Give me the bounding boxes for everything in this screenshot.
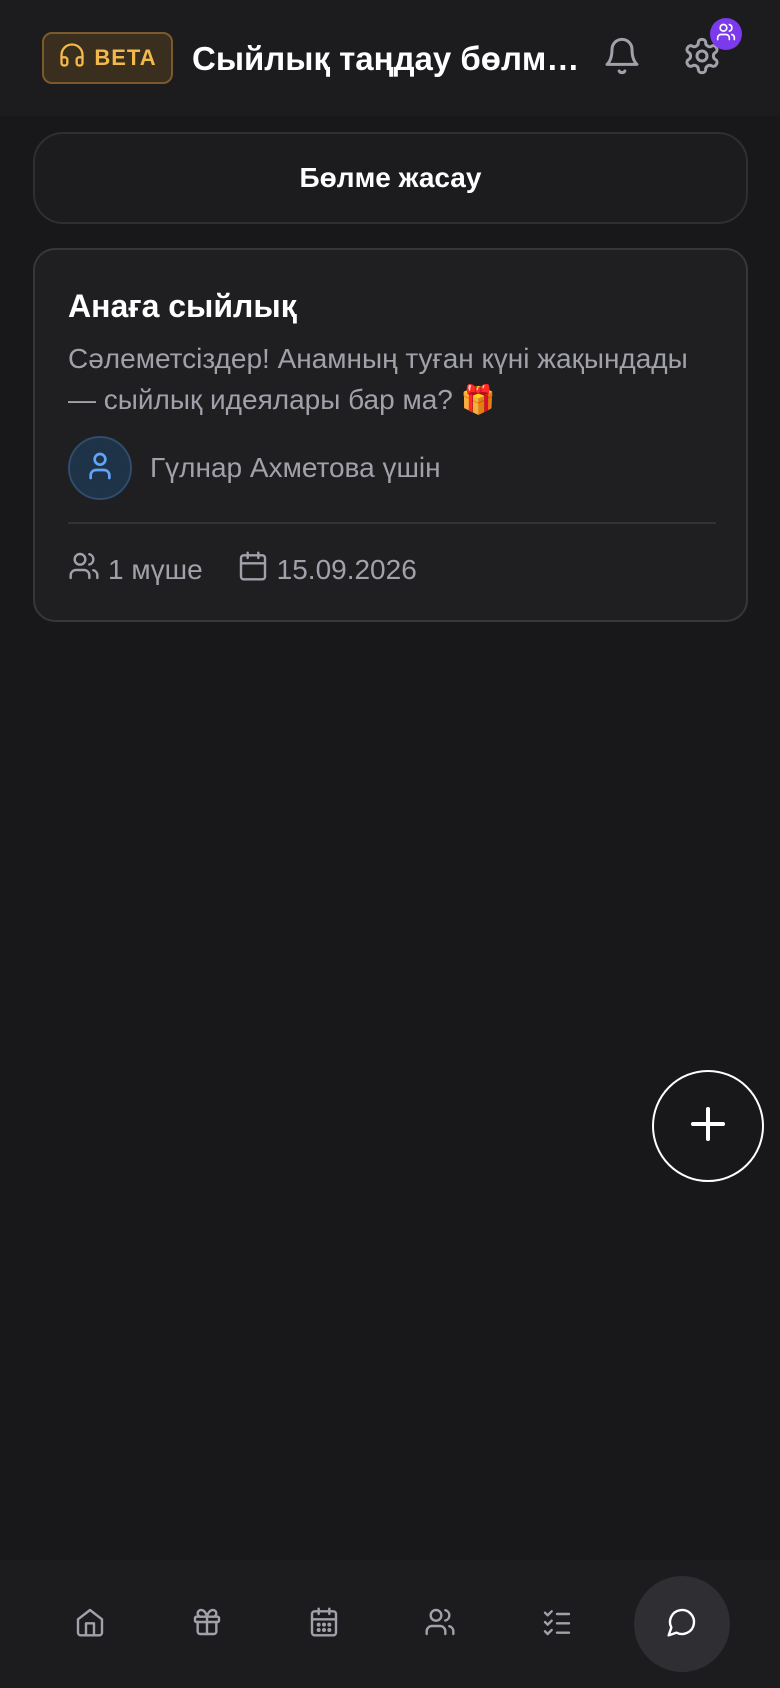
beta-badge[interactable]: BETA: [42, 32, 173, 84]
add-room-fab[interactable]: [652, 1070, 764, 1182]
room-recipient: Гүлнар Ахметова үшін: [68, 436, 441, 500]
room-title: Анаға сыйлық: [68, 288, 297, 324]
gift-icon: [191, 1606, 223, 1643]
beta-label: BETA: [94, 45, 157, 70]
chat-icon: [666, 1606, 698, 1643]
room-date: 15.09.2026: [237, 550, 417, 589]
nav-people[interactable]: [390, 1560, 490, 1688]
users-icon: [716, 22, 736, 47]
home-icon: [74, 1606, 106, 1643]
calendar-icon: [308, 1606, 340, 1643]
members-badge[interactable]: [710, 18, 742, 50]
headset-icon: [58, 41, 86, 75]
notifications-button[interactable]: [598, 34, 646, 82]
nav-home[interactable]: [40, 1560, 140, 1688]
members-label: 1 мүше: [108, 553, 203, 585]
app-root: BETA Сыйлық таңдау бөлме... Бөлме жасау …: [0, 0, 780, 1688]
bell-icon: [602, 36, 642, 81]
avatar: [68, 436, 132, 500]
nav-chat[interactable]: [634, 1576, 730, 1672]
page-title: Сыйлық таңдау бөлме...: [192, 40, 582, 77]
divider: [68, 522, 716, 524]
user-icon: [84, 450, 116, 487]
date-label: 15.09.2026: [276, 553, 417, 585]
members-count: 1 мүше: [68, 550, 203, 589]
plus-icon: [688, 1104, 728, 1149]
room-card[interactable]: Анаға сыйлық Сәлеметсіздер! Анамның туға…: [33, 248, 748, 622]
nav-gifts[interactable]: [157, 1560, 257, 1688]
users-icon: [68, 550, 100, 589]
top-header: BETA Сыйлық таңдау бөлме...: [0, 0, 780, 116]
room-meta: 1 мүше 15.09.2026: [68, 550, 417, 589]
tasks-icon: [541, 1606, 573, 1643]
calendar-icon: [237, 550, 269, 589]
nav-tasks[interactable]: [507, 1560, 607, 1688]
create-room-button[interactable]: Бөлме жасау: [33, 132, 748, 224]
room-description: Сәлеметсіздер! Анамның туған күні жақынд…: [68, 343, 688, 415]
people-icon: [424, 1606, 456, 1643]
bottom-nav: [0, 1560, 780, 1688]
recipient-name: Гүлнар Ахметова үшін: [150, 452, 441, 483]
nav-calendar[interactable]: [274, 1560, 374, 1688]
